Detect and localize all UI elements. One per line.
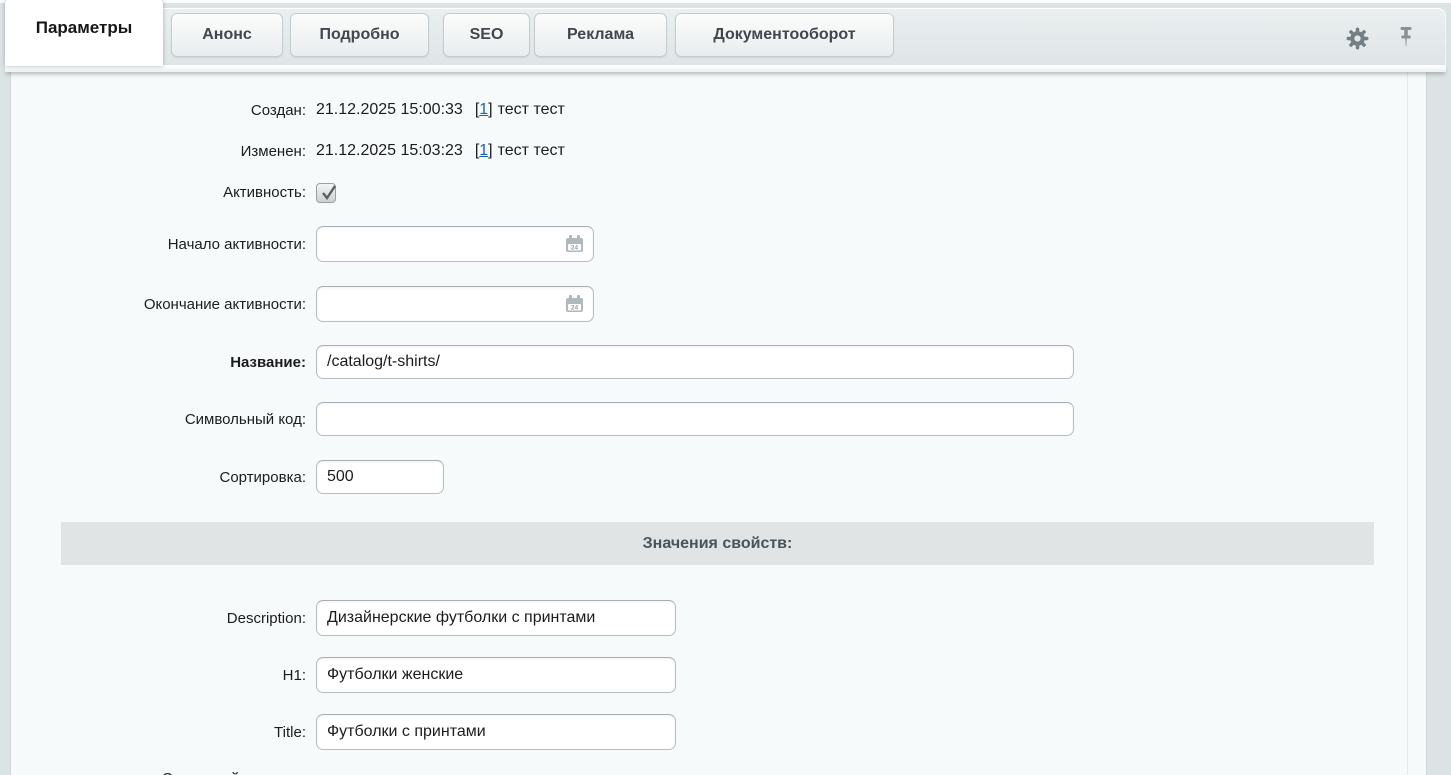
calendar-icon[interactable]: 24 [564,294,585,314]
next-field-row-clipped: Связанный элемент: [11,763,306,775]
created-user-name: тест тест [498,101,565,119]
properties-section-header: Значения свойств: [61,522,1374,565]
active-to-input[interactable] [316,286,594,322]
property-row-h1: H1: [11,657,676,693]
pin-icon[interactable] [1396,25,1416,56]
tab-reklama[interactable]: Реклама [534,13,667,57]
modified-datetime: 21.12.2025 15:03:23 [316,142,463,160]
tab-podrobno[interactable]: Подробно [290,13,429,57]
active-to-row: Окончание активности: 24 [11,286,594,322]
property-row-title: Title: [11,714,676,750]
bracket: ] [488,142,492,160]
sort-label: Сортировка: [11,469,306,486]
h1-input[interactable] [316,657,676,693]
title-input[interactable] [316,714,676,750]
modified-label: Изменен: [11,143,306,160]
form-panel: Создан: 21.12.2025 15:00:33 [1] тест тес… [10,72,1427,775]
tab-label: Документооборот [713,26,855,44]
modified-user-link[interactable]: 1 [479,142,488,160]
active-from-input[interactable] [316,226,594,262]
code-input[interactable] [316,402,1074,436]
name-label: Название: [11,354,306,371]
activity-label: Активность: [11,184,306,201]
svg-text:24: 24 [571,305,579,312]
tab-parametry[interactable]: Параметры [5,0,163,66]
tab-label: Параметры [36,18,133,38]
tab-label: Реклама [567,26,634,44]
calendar-icon[interactable]: 24 [564,234,585,254]
sort-input[interactable] [316,460,444,494]
tab-bar-ledge [5,65,1446,72]
activity-checkbox[interactable] [316,183,336,203]
tab-dokumentooborot[interactable]: Документооборот [675,13,894,57]
name-row: Название: [11,345,1074,379]
next-field-label: Связанный элемент: [11,770,306,775]
created-row: Создан: 21.12.2025 15:00:33 [1] тест тес… [11,97,565,123]
property-row-description: Description: [11,600,676,636]
modified-row: Изменен: 21.12.2025 15:03:23 [1] тест те… [11,138,565,164]
svg-text:24: 24 [571,245,579,252]
bracket: ] [488,101,492,119]
description-input[interactable] [316,600,676,636]
sort-row: Сортировка: [11,460,444,494]
code-row: Символьный код: [11,402,1074,436]
tab-label: Подробно [319,26,399,44]
tab-seo[interactable]: SEO [443,13,530,57]
activity-row: Активность: [11,182,336,203]
title-label: Title: [11,724,306,741]
tab-label: Анонс [202,26,252,44]
code-label: Символьный код: [11,411,306,428]
checkmark-icon [318,182,340,204]
tab-anons[interactable]: Анонс [171,13,283,57]
active-from-row: Начало активности: 24 [11,226,594,262]
gear-icon[interactable] [1346,27,1369,55]
description-label: Description: [11,610,306,627]
active-from-label: Начало активности: [11,236,306,253]
created-label: Создан: [11,102,306,119]
created-datetime: 21.12.2025 15:00:33 [316,101,463,119]
active-to-label: Окончание активности: [11,296,306,313]
name-input[interactable] [316,345,1074,379]
created-user-link[interactable]: 1 [479,101,488,119]
h1-label: H1: [11,667,306,684]
modified-user-name: тест тест [498,142,565,160]
tab-label: SEO [470,26,504,44]
